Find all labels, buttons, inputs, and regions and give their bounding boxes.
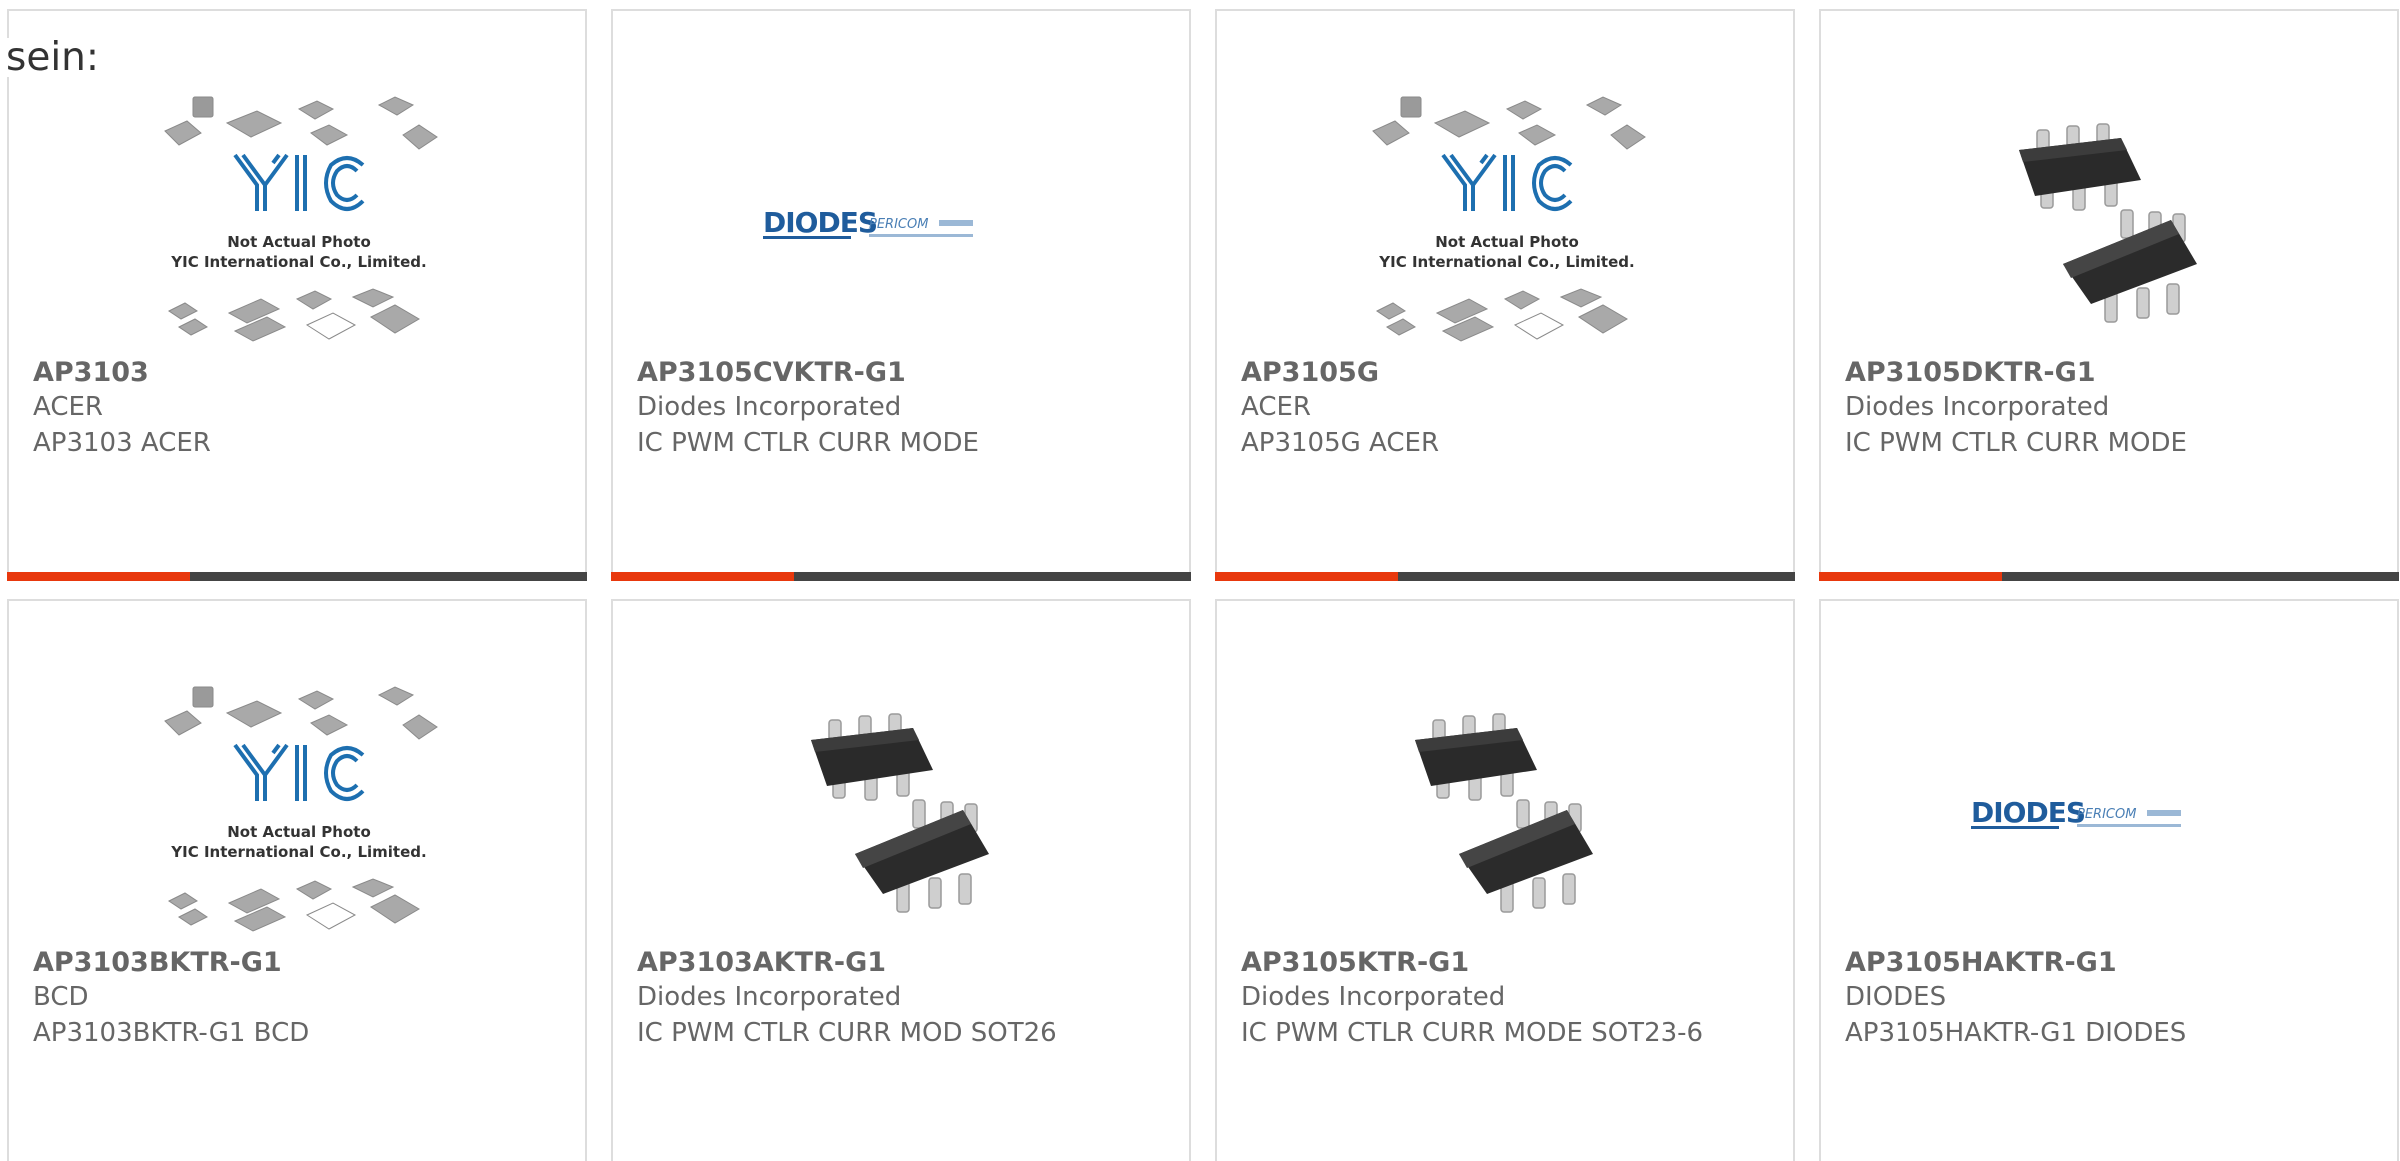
product-card-ap3103aktr-g1[interactable]: AP3103AKTR-G1 Diodes Incorporated IC PWM C… (611, 599, 1191, 1161)
product-card-ap3105g[interactable]: Not Actual Photo YIC International Co., … (1215, 9, 1795, 581)
manufacturer: Diodes Incorporated (1241, 982, 1506, 1012)
description: AP3103 ACER (33, 428, 211, 458)
manufacturer: Diodes Incorporated (1845, 392, 2110, 422)
product-card-ap3105haktr-g1[interactable]: DIODES PERICOM AP3105HAKTR-G1 DIODES AP310… (1819, 599, 2399, 1161)
part-number[interactable]: AP3103 (33, 357, 149, 388)
sot23-chip-image[interactable] (1365, 683, 1649, 949)
description: AP3103BKTR-G1 BCD (33, 1018, 310, 1048)
part-number[interactable]: AP3105G (1241, 357, 1379, 388)
card-bottom-bar-accent (1819, 572, 2002, 581)
description: IC PWM CTLR CURR MODE SOT23-6 (1241, 1018, 1704, 1048)
logo-text: DIODES (1971, 796, 2085, 829)
description: IC PWM CTLR CURR MODE (637, 428, 979, 458)
part-number[interactable]: AP3105KTR-G1 (1241, 947, 1469, 978)
yic-placeholder-image[interactable]: Not Actual Photo YIC International Co., … (157, 93, 441, 359)
placeholder-line-1: Not Actual Photo (1435, 233, 1579, 251)
card-bottom-bar (1819, 572, 2399, 581)
logo-subtext: PERICOM (2077, 807, 2136, 822)
product-card-ap3105ktr-g1[interactable]: AP3105KTR-G1 Diodes Incorporated IC PWM CT… (1215, 599, 1795, 1161)
part-number[interactable]: AP3105HAKTR-G1 (1845, 947, 2117, 978)
yic-placeholder-image[interactable]: Not Actual Photo YIC International Co., … (1365, 93, 1649, 359)
card-bottom-bar-accent (7, 572, 190, 581)
product-card-ap3105dktr-g1[interactable]: AP3105DKTR-G1 Diodes Incorporated IC PWM C… (1819, 9, 2399, 581)
product-card-ap3103[interactable]: Not Actual Photo YIC International Co., … (7, 9, 587, 581)
card-bottom-bar (1215, 572, 1795, 581)
manufacturer: BCD (33, 982, 89, 1012)
manufacturer: DIODES (1845, 982, 1947, 1012)
placeholder-line-2: YIC International Co., Limited. (170, 843, 426, 861)
logo-text: DIODES (763, 206, 877, 239)
part-number[interactable]: AP3103BKTR-G1 (33, 947, 282, 978)
intro-text: sein: (6, 35, 100, 80)
diodes-logo-image[interactable]: DIODES PERICOM (1969, 683, 2253, 949)
part-number[interactable]: AP3105DKTR-G1 (1845, 357, 2096, 388)
description: IC PWM CTLR CURR MODE (1845, 428, 2187, 458)
sot23-chip-image[interactable] (761, 683, 1045, 949)
card-bottom-bar (7, 572, 587, 581)
product-card-ap3105cvktr-g1[interactable]: DIODES PERICOM AP3105CVKTR-G1 Diodes Inco… (611, 9, 1191, 581)
sot23-chip-image[interactable] (1969, 93, 2253, 359)
placeholder-line-2: YIC International Co., Limited. (1378, 253, 1634, 271)
description: IC PWM CTLR CURR MOD SOT26 (637, 1018, 1057, 1048)
card-bottom-bar-accent (1215, 572, 1398, 581)
card-bottom-bar (611, 572, 1191, 581)
part-number[interactable]: AP3105CVKTR-G1 (637, 357, 906, 388)
placeholder-line-1: Not Actual Photo (227, 823, 371, 841)
manufacturer: Diodes Incorporated (637, 982, 902, 1012)
manufacturer: ACER (1241, 392, 1311, 422)
description: AP3105HAKTR-G1 DIODES (1845, 1018, 2187, 1048)
description: AP3105G ACER (1241, 428, 1440, 458)
part-number[interactable]: AP3103AKTR-G1 (637, 947, 886, 978)
manufacturer: Diodes Incorporated (637, 392, 902, 422)
product-card-ap3103bktr-g1[interactable]: Not Actual Photo YIC International Co., … (7, 599, 587, 1161)
diodes-logo-image[interactable]: DIODES PERICOM (761, 93, 1045, 359)
placeholder-line-1: Not Actual Photo (227, 233, 371, 251)
card-bottom-bar-accent (611, 572, 794, 581)
yic-placeholder-image[interactable]: Not Actual Photo YIC International Co., … (157, 683, 441, 949)
logo-subtext: PERICOM (869, 217, 928, 232)
manufacturer: ACER (33, 392, 103, 422)
placeholder-line-2: YIC International Co., Limited. (170, 253, 426, 271)
